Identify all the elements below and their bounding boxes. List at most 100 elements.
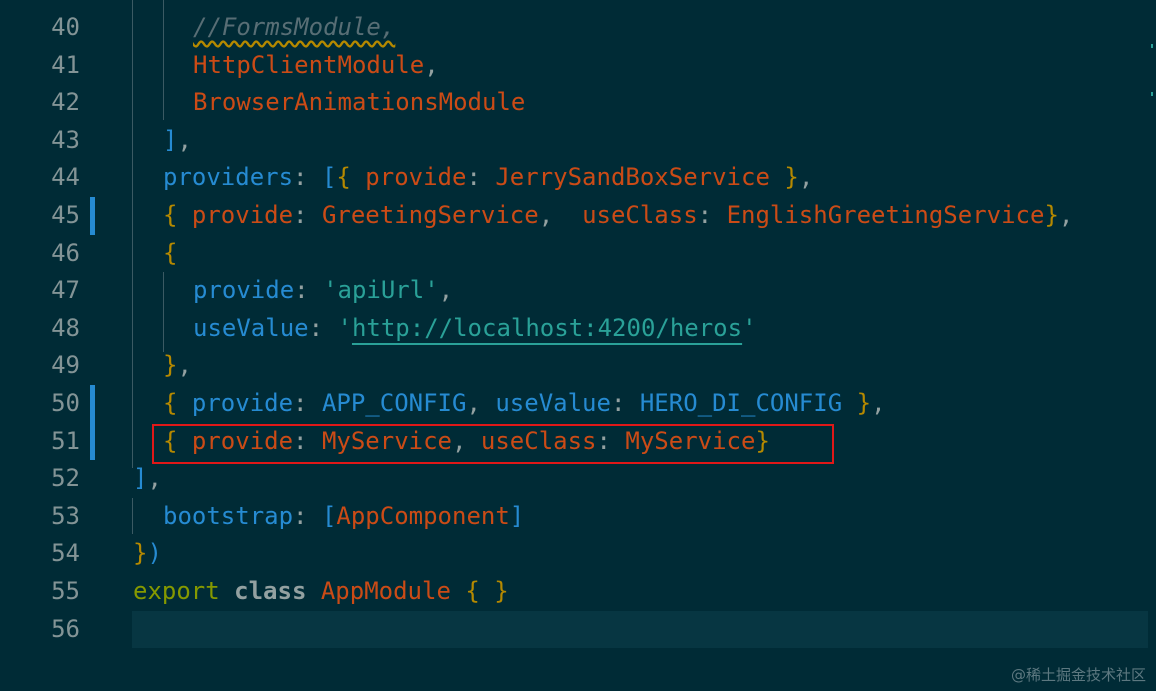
- line-number: 55: [51, 577, 80, 605]
- line-number: 47: [51, 276, 80, 305]
- code-token: {: [163, 389, 178, 417]
- code-line[interactable]: 46 {: [0, 235, 1156, 273]
- code-line[interactable]: 54}): [0, 535, 1156, 573]
- code-line[interactable]: 50 { provide: APP_CONFIG, useValue: HERO_…: [0, 385, 1156, 423]
- code-token: }: [842, 389, 872, 417]
- code-token: :: [293, 163, 322, 192]
- line-number: 54: [51, 539, 80, 568]
- code-token: :: [293, 501, 322, 530]
- code-line[interactable]: 53 bootstrap: [AppComponent]: [0, 498, 1156, 536]
- code-token: ,: [871, 389, 886, 417]
- code-token: EnglishGreetingService: [726, 201, 1045, 229]
- code-token: :: [466, 163, 496, 192]
- code-text: ],: [163, 122, 192, 160]
- line-number: 45: [51, 201, 80, 229]
- code-token: APP_CONFIG: [321, 389, 467, 417]
- code-text: { provide: GreetingService, useClass: En…: [163, 197, 1073, 235]
- code-token: ,: [798, 163, 814, 192]
- overview-ruler-mark: [1151, 44, 1153, 48]
- code-token: ,: [424, 50, 439, 79]
- code-token: :: [293, 389, 322, 417]
- code-token: [: [321, 501, 337, 530]
- code-text: },: [163, 347, 192, 385]
- code-token: }: [1044, 201, 1059, 229]
- code-token: ': [742, 313, 757, 342]
- line-number: 43: [51, 125, 80, 154]
- line-number: 48: [51, 313, 80, 342]
- line-number: 56: [51, 614, 80, 643]
- code-token: JerrySandBoxService: [495, 163, 770, 192]
- indent-guide: [163, 0, 164, 120]
- code-token: :: [293, 201, 322, 229]
- code-line[interactable]: 42 BrowserAnimationsModule: [0, 84, 1156, 122]
- code-token: 'apiUrl': [323, 276, 439, 305]
- code-text: }): [133, 535, 162, 573]
- code-line[interactable]: 43],: [0, 122, 1156, 160]
- code-line[interactable]: 55 export class AppModule { }: [0, 573, 1156, 611]
- code-token: {: [163, 238, 178, 267]
- code-token: provide: [350, 163, 467, 192]
- line-number: 44: [51, 163, 80, 192]
- highlight-box: [152, 424, 834, 464]
- code-token: useValue: [495, 389, 611, 417]
- code-token: providers: [163, 163, 294, 192]
- code-token: HttpClientModule: [193, 50, 425, 79]
- code-token: useValue: [193, 313, 309, 342]
- code-token: ]: [163, 125, 178, 154]
- code-token: }: [163, 351, 178, 380]
- code-text: ],: [133, 460, 162, 498]
- code-line[interactable]: 48 useValue: 'http://localhost:4200/heros…: [0, 310, 1156, 348]
- code-token: GreetingService: [321, 201, 539, 229]
- code-token: ,: [147, 464, 162, 493]
- code-token: useClass: [582, 201, 698, 229]
- code-token: }: [769, 163, 799, 192]
- overview-ruler-mark: [1151, 92, 1153, 96]
- line-number: 40: [51, 13, 80, 41]
- code-line[interactable]: 45 { provide: GreetingService, useClass: …: [0, 197, 1156, 235]
- code-token: class: [234, 577, 307, 605]
- line-number: 50: [51, 389, 80, 417]
- code-token: :: [697, 201, 727, 229]
- code-text: export class AppModule { }: [133, 573, 509, 611]
- code-text: { provide: APP_CONFIG, useValue: HERO_DI…: [163, 385, 886, 423]
- indent-guide: [163, 272, 164, 352]
- code-token: {: [163, 201, 178, 229]
- code-token: {: [336, 163, 351, 192]
- code-text: {: [163, 235, 177, 273]
- code-token: ,: [177, 351, 192, 380]
- code-text: BrowserAnimationsModule: [193, 84, 525, 122]
- code-text: providers: [{ provide: JerrySandBoxServi…: [163, 159, 813, 197]
- code-line[interactable]: 56: [0, 611, 1156, 649]
- code-token: { }: [450, 577, 509, 605]
- code-text: provide: 'apiUrl',: [193, 272, 453, 310]
- code-token: ,: [1058, 201, 1074, 229]
- code-token: //FormsModule,: [193, 13, 396, 41]
- code-line[interactable]: 44 providers: [{ provide: JerrySandBoxSer…: [0, 159, 1156, 197]
- line-number: 42: [51, 88, 80, 117]
- code-token: AppComponent: [336, 501, 510, 530]
- code-line[interactable]: 52],: [0, 460, 1156, 498]
- code-line[interactable]: 41 HttpClientModule,: [0, 47, 1156, 85]
- code-line[interactable]: 47 provide: 'apiUrl',: [0, 272, 1156, 310]
- code-token: export: [133, 577, 220, 605]
- code-editor[interactable]: 40 //FormsModule, 41 HttpClientModule, 42 Bro…: [0, 0, 1156, 691]
- code-token: [: [321, 163, 337, 192]
- indent-guide: [132, 0, 133, 468]
- line-number: 49: [51, 351, 80, 380]
- line-number: 52: [51, 464, 80, 493]
- code-line[interactable]: 49},: [0, 347, 1156, 385]
- code-token: ,: [177, 125, 192, 154]
- code-line[interactable]: 40 //FormsModule,: [0, 9, 1156, 47]
- code-text: useValue: 'http://localhost:4200/heros': [193, 310, 757, 348]
- code-token: bootstrap: [163, 501, 294, 530]
- code-token: }: [133, 539, 148, 568]
- code-token: http://localhost:4200/heros: [351, 313, 743, 342]
- line-number: 46: [51, 238, 80, 267]
- code-token: ': [337, 313, 352, 342]
- code-token: ,: [438, 276, 454, 305]
- code-token: ): [147, 539, 162, 568]
- line-number: 51: [51, 426, 80, 455]
- code-token: HERO_DI_CONFIG: [639, 389, 843, 417]
- code-token: provide: [177, 201, 294, 229]
